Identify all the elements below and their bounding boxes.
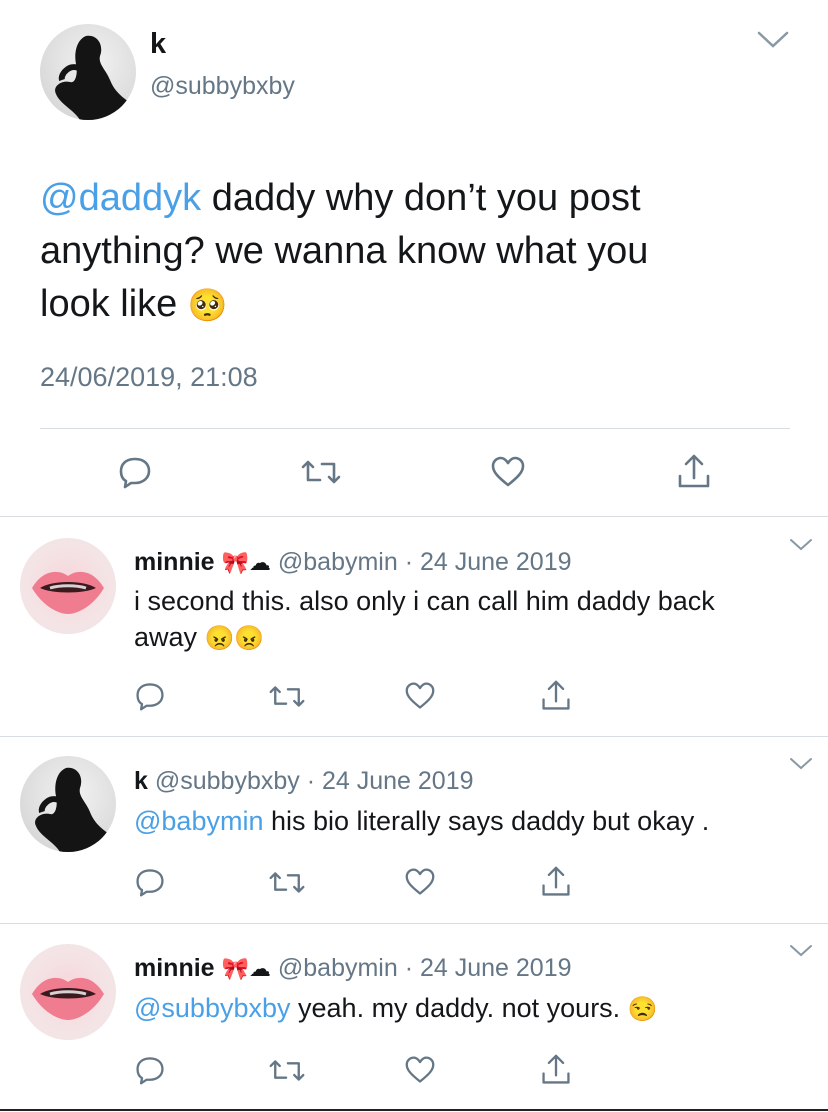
timestamp: 24/06/2019, 21:08 (40, 362, 258, 392)
divider (0, 516, 828, 517)
chevron-down-icon[interactable] (789, 944, 813, 958)
name-emoji: 🎀☁ (221, 956, 271, 981)
reply-header: minnie 🎀☁ @babymin · 24 June 2019 (134, 548, 572, 577)
tweet-text: @daddyk daddy why don’t you post anythin… (40, 177, 649, 325)
chevron-down-icon[interactable] (756, 30, 790, 50)
reply-icon[interactable] (134, 680, 166, 712)
avatar[interactable] (20, 756, 116, 852)
handle[interactable]: @subbybxby (150, 72, 295, 101)
pleading-emoji: 🥺 (187, 287, 228, 323)
handle-and-date[interactable]: @subbybxby · 24 June 2019 (155, 767, 474, 795)
share-icon[interactable] (540, 1052, 572, 1088)
display-name[interactable]: minnie (134, 954, 215, 982)
avatar[interactable] (20, 944, 116, 1040)
mention-link[interactable]: @subbybxby (134, 993, 291, 1023)
avatar[interactable] (40, 24, 136, 120)
mention-link[interactable]: @daddyk (40, 177, 201, 219)
retweet-icon[interactable] (268, 1056, 306, 1085)
share-icon[interactable] (540, 678, 572, 714)
mention-link[interactable]: @babymin (134, 806, 263, 836)
display-name[interactable]: k (150, 28, 166, 61)
display-name[interactable]: k (134, 767, 148, 795)
avatar[interactable] (20, 538, 116, 634)
name-emoji: 🎀☁ (221, 550, 271, 575)
reply-icon[interactable] (134, 866, 166, 898)
bottom-border (0, 1109, 828, 1111)
display-name[interactable]: minnie (134, 548, 215, 576)
divider (0, 923, 828, 924)
reply-icon[interactable] (134, 1054, 166, 1086)
tweet-text: @babymin his bio literally says daddy bu… (134, 806, 710, 836)
reply-icon[interactable] (117, 454, 153, 490)
divider (0, 736, 828, 737)
divider (40, 428, 790, 429)
share-icon[interactable] (540, 864, 572, 900)
heart-icon[interactable] (404, 867, 436, 897)
tweet-text: @subbybxby yeah. my daddy. not yours. 😒 (134, 993, 658, 1023)
retweet-icon[interactable] (268, 868, 306, 897)
tweet-text: i second this. also only i can call him … (134, 586, 715, 652)
heart-icon[interactable] (490, 455, 526, 489)
chevron-down-icon[interactable] (789, 757, 813, 771)
handle-and-date[interactable]: @babymin · 24 June 2019 (278, 954, 572, 982)
reply-header: minnie 🎀☁ @babymin · 24 June 2019 (134, 954, 572, 983)
retweet-icon[interactable] (300, 456, 342, 488)
chevron-down-icon[interactable] (789, 538, 813, 552)
heart-icon[interactable] (404, 1055, 436, 1085)
reply-header: k @subbybxby · 24 June 2019 (134, 767, 474, 796)
angry-emoji: 😠😠 (204, 625, 265, 652)
share-icon[interactable] (676, 452, 712, 492)
heart-icon[interactable] (404, 681, 436, 711)
retweet-icon[interactable] (268, 682, 306, 711)
unamused-emoji: 😒 (627, 996, 658, 1023)
handle-and-date[interactable]: @babymin · 24 June 2019 (278, 548, 572, 576)
